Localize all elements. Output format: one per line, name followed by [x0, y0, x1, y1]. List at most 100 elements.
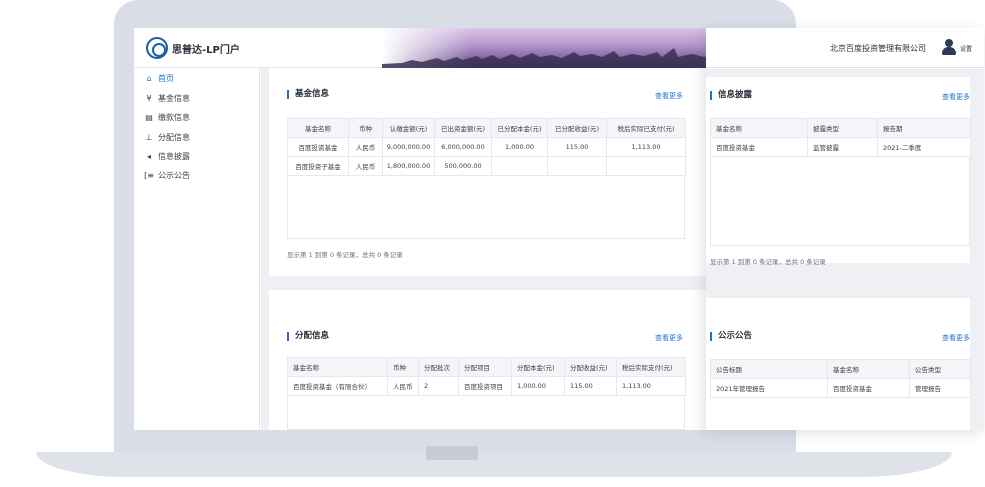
table-cell: 百度投资子基金: [287, 156, 349, 176]
sidebar-item-home[interactable]: ⌂ 首页: [144, 70, 174, 86]
table-cell: 百度投资基金（有限合伙）: [287, 376, 388, 396]
sidebar-item-notice[interactable]: [≡ 公示公告: [144, 167, 190, 183]
distribution-panel: 分配信息 查看更多 基金名称 币种 分配批次 分配项目 分配本金(元) 分配收益…: [269, 290, 709, 430]
table-cell: 2: [418, 376, 459, 396]
sidebar-item-label: 缴款信息: [158, 112, 190, 122]
notice-panel: 公示公告 查看更多 公告标题 基金名称 公告类型 2021年管理报告 百度投资基…: [706, 298, 971, 430]
sidebar-item-label: 分配信息: [158, 132, 190, 142]
table-row[interactable]: 百度投资基金 监管披露 2021-二季度: [710, 137, 971, 157]
column-header: 已出资金额(元): [434, 118, 492, 138]
settings-link[interactable]: 设置: [960, 44, 972, 53]
disclosure-panel: 信息披露 查看更多 基金名称 披露类型 报告期 百度投资基金 监管披露 2021…: [706, 77, 971, 266]
table-cell: 1,113.00: [606, 137, 686, 157]
disclosure-title: 信息披露: [710, 91, 752, 100]
table-cell: [606, 156, 686, 176]
column-header: 基金名称: [827, 359, 910, 379]
table-cell: 1,113.00: [616, 376, 686, 396]
table-header-row: 公告标题 基金名称 公告类型: [710, 359, 971, 379]
table-row[interactable]: 百度投资基金（有限合伙） 人民币 2 百度投资项目 1,000.00 115.0…: [287, 376, 686, 396]
sidebar-item-payment[interactable]: ▤ 缴款信息: [144, 109, 190, 125]
column-header: 已分配本金(元): [491, 118, 548, 138]
table-cell: 管理报告: [909, 378, 971, 398]
table-cell: 2021-二季度: [877, 137, 971, 157]
sidebar-item-fund[interactable]: ¥ 基金信息: [144, 90, 190, 106]
sidebar-item-label: 信息披露: [158, 151, 190, 161]
logo-icon: [146, 37, 168, 59]
table-cell: 人民币: [348, 137, 383, 157]
back-window: 北京百度投资管理有限公司 设置 信息披露 查看更多 基金名称 披露类型 报告期 …: [706, 28, 984, 430]
home-icon: ⌂: [146, 73, 152, 83]
top-header: 思普达-LP门户: [134, 28, 764, 68]
laptop-notch: [426, 446, 478, 460]
column-header: 分配收益(元): [564, 357, 617, 377]
table-row[interactable]: 百度投资子基金 人民币 1,800,000.00 500,000.00: [287, 156, 686, 176]
distribution-table-body: [287, 395, 685, 430]
user-icon[interactable]: [942, 39, 956, 55]
sitemap-icon: ⊥: [145, 132, 153, 142]
column-header: 税后实际已支付(元): [606, 118, 686, 138]
card-icon: ▤: [145, 112, 153, 122]
fund-more-link[interactable]: 查看更多: [655, 91, 683, 101]
column-header: 基金名称: [287, 118, 349, 138]
table-row[interactable]: 百度投资基金 人民币 9,000,000.00 6,000,000.00 1,0…: [287, 137, 686, 157]
column-header: 公告标题: [710, 359, 828, 379]
column-header: 币种: [348, 118, 383, 138]
sidebar: ⌂ 首页 ¥ 基金信息 ▤ 缴款信息 ⊥ 分配信息 ◂ 信息披露 [≡ 公示公告: [134, 68, 260, 430]
column-header: 分配批次: [418, 357, 459, 377]
back-header: 北京百度投资管理有限公司 设置: [706, 28, 984, 68]
distribution-panel-title: 分配信息: [287, 332, 329, 341]
disclosure-table: 基金名称 披露类型 报告期 百度投资基金 监管披露 2021-二季度: [710, 118, 971, 157]
fund-panel-title: 基金信息: [287, 90, 329, 99]
table-cell: 1,000.00: [511, 376, 565, 396]
table-header-row: 基金名称 币种 认缴金额(元) 已出资金额(元) 已分配本金(元) 已分配收益(…: [287, 118, 686, 138]
table-cell: 百度投资项目: [458, 376, 512, 396]
column-header: 分配项目: [458, 357, 512, 377]
table-cell: [491, 156, 548, 176]
table-cell: 115.00: [547, 137, 607, 157]
column-header: 已分配收益(元): [547, 118, 607, 138]
announce-icon: [≡: [144, 170, 154, 180]
company-name: 北京百度投资管理有限公司: [830, 44, 926, 53]
distribution-table: 基金名称 币种 分配批次 分配项目 分配本金(元) 分配收益(元) 税后实际支付…: [287, 357, 686, 396]
yen-icon: ¥: [146, 93, 152, 103]
column-header: 分配本金(元): [511, 357, 565, 377]
main-content: 基金信息 查看更多 基金名称 币种 认缴金额(元) 已出资金额(元) 已分配本金…: [261, 68, 764, 430]
column-header: 币种: [387, 357, 419, 377]
column-header: 基金名称: [287, 357, 388, 377]
column-header: 税后实际支付(元): [616, 357, 686, 377]
table-header-row: 基金名称 披露类型 报告期: [710, 118, 971, 138]
table-cell: 监管披露: [807, 137, 878, 157]
fund-table-body: [287, 175, 685, 239]
disclosure-more-link[interactable]: 查看更多: [942, 92, 970, 102]
column-header: 报告期: [877, 118, 971, 138]
laptop-screen: 思普达-LP门户 ⌂ 首页 ¥ 基金信息 ▤ 缴款信息 ⊥ 分配信息 ◂ 信息披…: [134, 28, 764, 430]
disclosure-table-body: [710, 156, 970, 246]
fund-table: 基金名称 币种 认缴金额(元) 已出资金额(元) 已分配本金(元) 已分配收益(…: [287, 118, 686, 176]
sidebar-item-label: 基金信息: [158, 93, 190, 103]
table-cell: 百度投资基金: [710, 137, 808, 157]
laptop-base: [36, 452, 952, 477]
notice-more-link[interactable]: 查看更多: [942, 333, 970, 343]
notice-title: 公示公告: [710, 332, 752, 341]
table-cell: [547, 156, 607, 176]
sidebar-item-label: 首页: [158, 73, 174, 83]
sidebar-item-disclosure[interactable]: ◂ 信息披露: [144, 148, 190, 164]
table-cell: 6,000,000.00: [434, 137, 492, 157]
table-cell: 2021年管理报告: [710, 378, 828, 398]
notice-table: 公告标题 基金名称 公告类型 2021年管理报告 百度投资基金 管理报告: [710, 359, 971, 398]
table-cell: 115.00: [564, 376, 617, 396]
table-row[interactable]: 2021年管理报告 百度投资基金 管理报告: [710, 378, 971, 398]
column-header: 公告类型: [909, 359, 971, 379]
sidebar-item-distribution[interactable]: ⊥ 分配信息: [144, 129, 190, 145]
back-main: 信息披露 查看更多 基金名称 披露类型 报告期 百度投资基金 监管披露 2021…: [706, 69, 984, 430]
speaker-icon: ◂: [146, 151, 151, 161]
distribution-more-link[interactable]: 查看更多: [655, 333, 683, 343]
column-header: 基金名称: [710, 118, 808, 138]
disclosure-pager: 显示第 1 到第 0 条记录，总共 0 条记录: [710, 258, 826, 266]
table-cell: 百度投资基金: [827, 378, 910, 398]
sidebar-item-label: 公示公告: [158, 170, 190, 180]
table-cell: 500,000.00: [434, 156, 492, 176]
table-cell: 1,000.00: [491, 137, 548, 157]
table-header-row: 基金名称 币种 分配批次 分配项目 分配本金(元) 分配收益(元) 税后实际支付…: [287, 357, 686, 377]
table-cell: 1,800,000.00: [382, 156, 435, 176]
